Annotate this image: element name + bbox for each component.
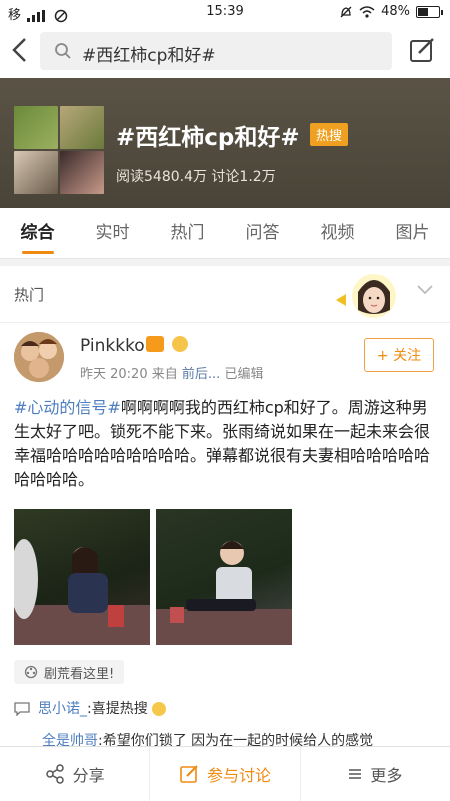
image-content bbox=[14, 539, 150, 645]
filter-tabs: 综合 实时 热门 问答 视频 图片 bbox=[0, 208, 450, 259]
comment-text: :喜提热搜 bbox=[87, 701, 148, 717]
mascot-illustration bbox=[336, 274, 396, 318]
battery-icon bbox=[416, 5, 443, 18]
avatar[interactable] bbox=[14, 332, 64, 382]
tab-hot[interactable]: 热门 bbox=[150, 208, 225, 258]
topic-title: #西红柿cp和好# bbox=[116, 125, 300, 151]
post-card: 热门 Pinkkko 昨天 20:20 来自 前后... 已编辑 + 关注 #心… bbox=[0, 266, 450, 749]
more-button[interactable]: 更多 bbox=[299, 747, 450, 801]
bottom-action-bar: 分享 参与讨论 更多 bbox=[0, 746, 450, 801]
edited-label: 已编辑 bbox=[224, 367, 264, 382]
share-label: 分享 bbox=[72, 766, 105, 785]
avatar-image bbox=[14, 332, 64, 382]
tab-images[interactable]: 图片 bbox=[375, 208, 450, 258]
topic-stats: 阅读5480.4万 讨论1.2万 bbox=[116, 169, 276, 185]
menu-icon bbox=[349, 769, 362, 779]
discuss-button[interactable]: 参与讨论 bbox=[149, 747, 299, 801]
topic-header: #西红柿cp和好# 热搜 阅读5480.4万 讨论1.2万 bbox=[0, 78, 450, 208]
follow-button[interactable]: + 关注 bbox=[364, 338, 434, 372]
pill-label: 剧荒看这里! bbox=[44, 666, 115, 682]
recommend-pill[interactable]: 剧荒看这里! bbox=[14, 660, 125, 684]
search-query: #西红柿cp和好# bbox=[82, 46, 216, 66]
post-image-1[interactable] bbox=[14, 509, 150, 645]
topic-cover-collage bbox=[14, 106, 104, 194]
search-icon bbox=[55, 43, 71, 59]
status-bar: 移 15:39 48% bbox=[0, 0, 450, 24]
edit-icon bbox=[180, 765, 198, 783]
image-content bbox=[156, 541, 292, 645]
post-time: 昨天 20:20 bbox=[80, 367, 148, 382]
back-arrow-icon[interactable] bbox=[8, 36, 32, 64]
search-header: #西红柿cp和好# bbox=[0, 24, 450, 78]
share-icon bbox=[45, 764, 64, 784]
tab-general[interactable]: 综合 bbox=[0, 208, 75, 258]
wifi-icon bbox=[359, 5, 375, 18]
username[interactable]: Pinkkko bbox=[80, 336, 145, 356]
share-button[interactable]: 分享 bbox=[0, 747, 149, 801]
bell-muted-icon bbox=[340, 6, 352, 17]
hot-search-badge: 热搜 bbox=[310, 123, 349, 146]
compose-icon[interactable] bbox=[408, 36, 436, 64]
divider bbox=[0, 322, 450, 323]
grin-emoji-icon bbox=[152, 702, 167, 716]
medal-badge-icon bbox=[172, 336, 188, 352]
comment-item[interactable]: 思小诺_:喜提热搜 bbox=[14, 698, 167, 718]
tab-video[interactable]: 视频 bbox=[300, 208, 375, 258]
more-label: 更多 bbox=[370, 766, 403, 785]
post-image-2[interactable] bbox=[156, 509, 292, 645]
post-meta: 昨天 20:20 来自 前后... 已编辑 bbox=[80, 363, 263, 382]
section-header: 热门 bbox=[14, 286, 45, 304]
from-label: 来自 bbox=[151, 367, 178, 382]
comment-icon bbox=[14, 702, 30, 717]
clapper-icon bbox=[24, 665, 38, 679]
tab-realtime[interactable]: 实时 bbox=[75, 208, 150, 258]
post-body: #心动的信号#啊啊啊啊我的西红柿cp和好了。周游这种男生太好了吧。锁死不能下来。… bbox=[14, 396, 434, 492]
topic-link[interactable]: #心动的信号# bbox=[14, 398, 121, 417]
vip-badge-icon bbox=[146, 336, 164, 352]
battery-percent: 48% bbox=[381, 4, 410, 19]
search-input[interactable]: #西红柿cp和好# bbox=[40, 32, 392, 70]
commenter-name[interactable]: 思小诺_ bbox=[38, 701, 87, 717]
chevron-down-icon[interactable] bbox=[416, 284, 434, 296]
tab-qa[interactable]: 问答 bbox=[225, 208, 300, 258]
post-source[interactable]: 前后... bbox=[182, 367, 220, 382]
discuss-label: 参与讨论 bbox=[206, 766, 271, 785]
